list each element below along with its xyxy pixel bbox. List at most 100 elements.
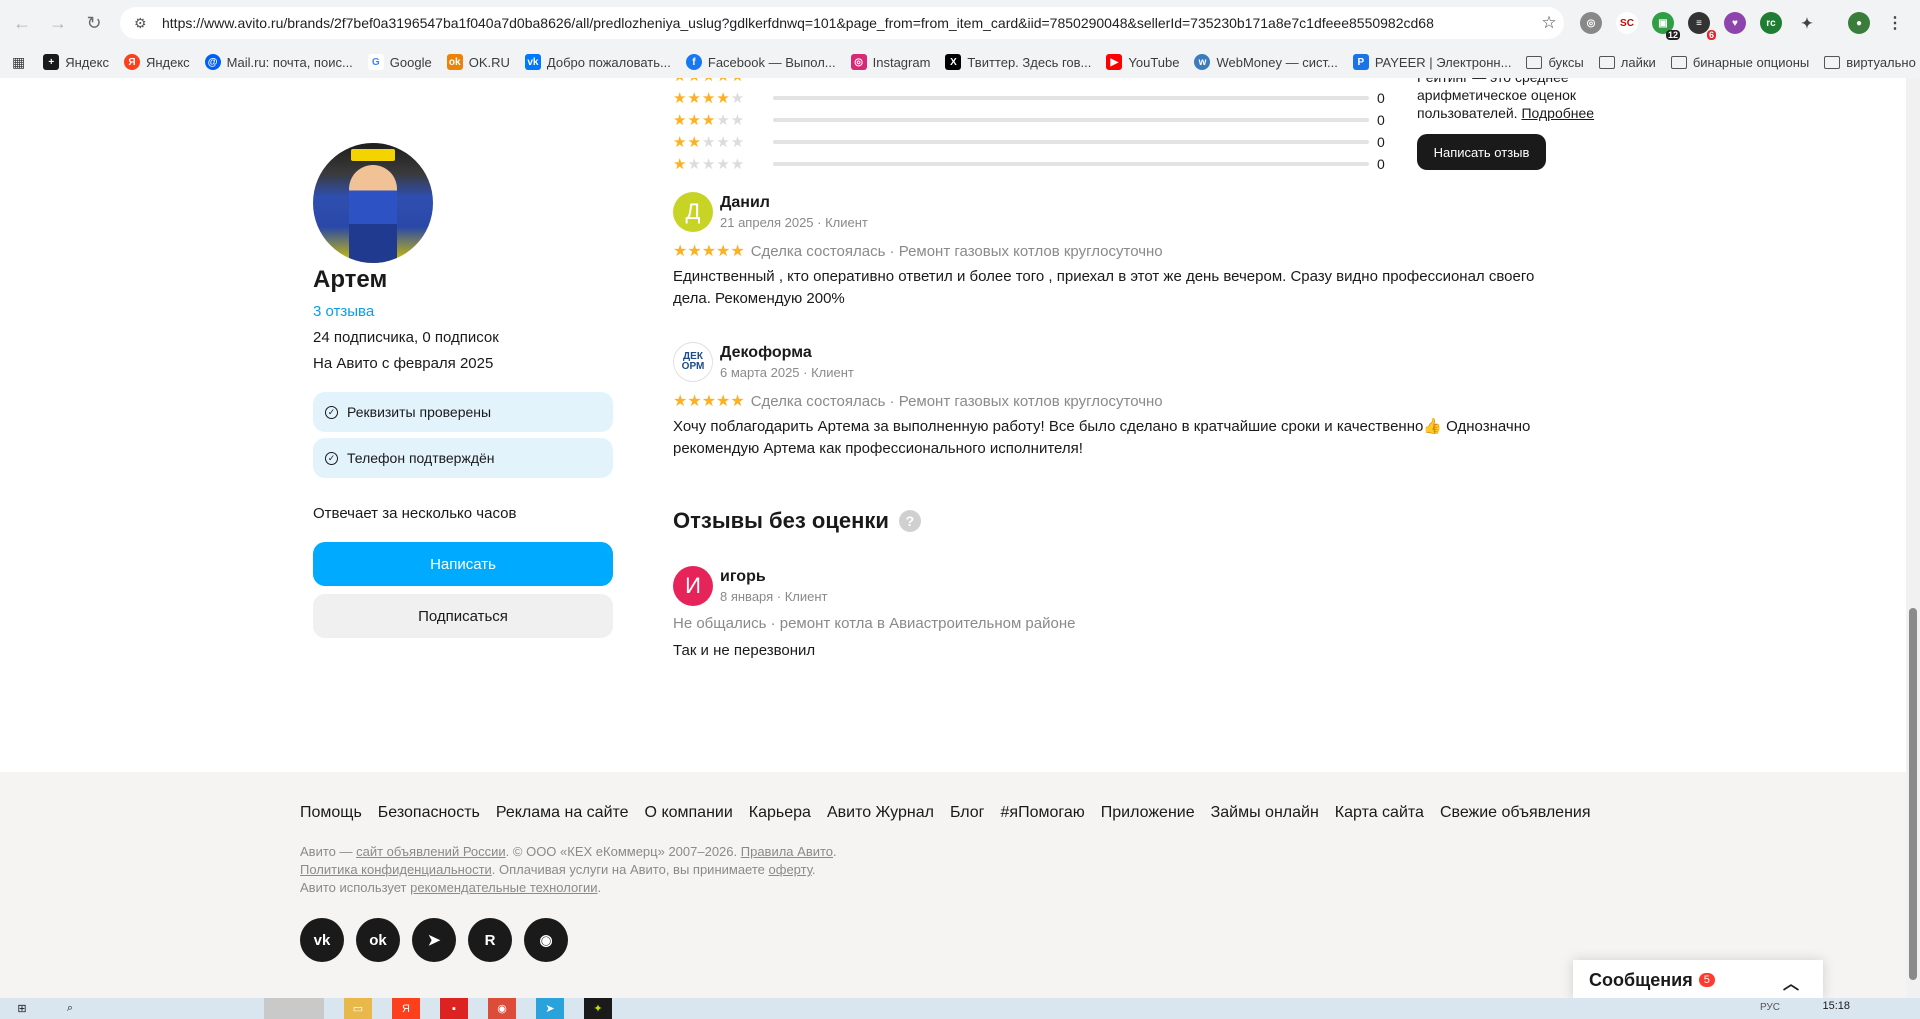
classifieds-link[interactable]: сайт объявлений России (356, 844, 506, 859)
ext-rc-icon[interactable]: rc (1760, 12, 1782, 34)
rating-stars: ★★★★★ (673, 134, 746, 151)
social-links: vk ok ➤ R ◉ (300, 918, 580, 962)
bookmark-vk[interactable]: vk Добро пожаловать... (524, 54, 671, 70)
rating-row-3: ★★★★★ 0 (673, 112, 1389, 129)
browser-menu-icon[interactable]: ⋮ (1884, 12, 1906, 34)
vk-icon[interactable]: vk (300, 918, 344, 962)
bookmark-yandex-red[interactable]: Я Яндекс (123, 54, 190, 70)
bookmark-youtube[interactable]: ▶ YouTube (1106, 54, 1179, 70)
bookmark-facebook[interactable]: f Facebook — Выпол... (685, 54, 836, 70)
write-message-button[interactable]: Написать (313, 542, 613, 586)
reviewer-name[interactable]: Данил (720, 194, 770, 212)
phone-verified-badge: ✓ Телефон подтверждён (313, 438, 613, 478)
reviewer-avatar-logo: ДЕК ОРМ (673, 342, 713, 382)
translate-icon[interactable]: ◎ (1580, 12, 1602, 34)
chevron-up-icon[interactable]: ︿ (1783, 970, 1799, 994)
taskbar-app-red-icon[interactable]: ▪ (440, 998, 468, 1019)
youtube-icon: ▶ (1106, 54, 1123, 70)
chrome-icon[interactable]: ◉ (488, 998, 516, 1019)
windows-start-icon[interactable]: ⊞ (8, 998, 36, 1019)
footer-link-journal[interactable]: Авито Журнал (827, 804, 934, 822)
reload-icon[interactable]: ↻ (80, 9, 108, 37)
rating-stars: ★★★★★ (673, 112, 746, 129)
odnoklassniki-icon[interactable]: ok (356, 918, 400, 962)
apps-grid-icon[interactable]: ▦ (12, 54, 25, 71)
rating-row-4: ★★★★★ 0 (673, 90, 1389, 107)
sc-extension-icon[interactable]: SC (1616, 12, 1638, 34)
vk-icon: vk (524, 54, 541, 70)
footer-link-help[interactable]: Помощь (300, 804, 362, 822)
rutube-icon[interactable]: R (468, 918, 512, 962)
scrollbar-thumb[interactable] (1909, 608, 1917, 980)
profile-avatar-icon[interactable]: ● (1848, 12, 1870, 34)
page-scrollbar[interactable] (1906, 78, 1920, 998)
footer-link-sitemap[interactable]: Карта сайта (1335, 804, 1424, 822)
reviews-count-link[interactable]: 3 отзыва (313, 303, 374, 320)
google-icon: G (367, 54, 384, 70)
dzen-icon[interactable]: ◉ (524, 918, 568, 962)
bookmark-instagram[interactable]: ◎ Instagram (850, 54, 930, 70)
search-icon[interactable]: ⌕ (56, 998, 84, 1019)
subscribe-button[interactable]: Подписаться (313, 594, 613, 638)
footer-link-loans[interactable]: Займы онлайн (1211, 804, 1319, 822)
bookmark-star-icon[interactable]: ☆ (1534, 13, 1564, 33)
check-circle-icon: ✓ (325, 451, 338, 465)
privacy-link[interactable]: Политика конфиденциальности (300, 862, 492, 877)
webmoney-icon: w (1194, 54, 1211, 70)
bookmark-folder-layki[interactable]: лайки (1598, 55, 1656, 70)
address-url[interactable]: https://www.avito.ru/brands/2f7bef0a3196… (162, 15, 1534, 31)
review-stars: ★★★★★ (673, 243, 745, 260)
bookmark-mailru[interactable]: @ Mail.ru: почта, поис... (204, 54, 353, 70)
bookmark-folder-virtual[interactable]: виртуально (1824, 55, 1916, 70)
bookmark-webmoney[interactable]: w WebMoney — сист... (1194, 54, 1338, 70)
yandex-browser-icon[interactable]: Я (392, 998, 420, 1019)
recommendation-tech-link[interactable]: рекомендательные технологии (410, 880, 597, 895)
footer-link-blog[interactable]: Блог (950, 804, 985, 822)
back-arrow-icon[interactable]: ← (8, 9, 36, 37)
mailru-icon: @ (204, 54, 221, 70)
messages-label: Сообщения (1589, 969, 1693, 990)
site-info-icon[interactable]: ⚙ (134, 15, 150, 31)
telegram-icon[interactable]: ➤ (412, 918, 456, 962)
offer-link[interactable]: оферту (769, 862, 812, 877)
forward-arrow-icon[interactable]: → (44, 9, 72, 37)
rating-more-link[interactable]: Подробнее (1521, 105, 1594, 121)
input-language[interactable]: РУС (1760, 1002, 1780, 1013)
review-meta: 6 марта 2025 · Клиент (720, 365, 854, 380)
footer-link-app[interactable]: Приложение (1101, 804, 1195, 822)
taskbar-app-dark-icon[interactable]: ✦ (584, 998, 612, 1019)
reviewer-name[interactable]: Декоформа (720, 344, 812, 362)
messages-widget[interactable]: Сообщения 5 ︿ (1573, 960, 1823, 1000)
bookmark-ok[interactable]: ok OK.RU (446, 54, 510, 70)
telegram-taskbar-icon[interactable]: ➤ (536, 998, 564, 1019)
clock[interactable]: 15:18 (1822, 1000, 1850, 1012)
file-explorer-icon[interactable]: ▭ (344, 998, 372, 1019)
footer-link-ads[interactable]: Реклама на сайте (496, 804, 629, 822)
bookmark-twitter[interactable]: X Твиттер. Здесь гов... (945, 54, 1091, 70)
footer-link-fresh[interactable]: Свежие объявления (1440, 804, 1591, 822)
footer-link-security[interactable]: Безопасность (378, 804, 480, 822)
bookmark-google[interactable]: G Google (367, 54, 432, 70)
bookmark-yandex-black[interactable]: + Яндекс (43, 54, 109, 70)
ext-list-icon[interactable]: ≡ 6 (1688, 12, 1716, 40)
reviewer-name[interactable]: игорь (720, 568, 766, 586)
footer-link-career[interactable]: Карьера (749, 804, 811, 822)
legal-line-1: Авито — сайт объявлений России. © ООО «К… (300, 844, 837, 859)
bookmark-folder-binary[interactable]: бинарные опционы (1670, 55, 1809, 70)
bookmark-payeer[interactable]: P PAYEER | Электронн... (1352, 54, 1511, 70)
write-review-button[interactable]: Написать отзыв (1417, 134, 1546, 170)
extensions-puzzle-icon[interactable]: ✦ (1796, 12, 1818, 34)
ext-green-icon[interactable]: ▣ 12 (1652, 12, 1680, 40)
address-bar[interactable]: ⚙ https://www.avito.ru/brands/2f7bef0a31… (120, 7, 1564, 39)
review-meta: 21 апреля 2025 · Клиент (720, 215, 868, 230)
rating-row-2: ★★★★★ 0 (673, 134, 1389, 151)
check-circle-icon: ✓ (325, 405, 338, 419)
bookmark-folder-buksy[interactable]: буксы (1526, 55, 1584, 70)
footer-link-about[interactable]: О компании (645, 804, 733, 822)
help-question-icon[interactable]: ? (898, 510, 921, 532)
ext-purple-heart-icon[interactable]: ♥ (1724, 12, 1746, 34)
legal-line-3: Авито использует рекомендательные технол… (300, 880, 602, 895)
taskbar-widget-icon[interactable] (264, 998, 324, 1019)
footer-link-help-others[interactable]: #яПомогаю (1001, 804, 1085, 822)
rules-link[interactable]: Правила Авито (741, 844, 833, 859)
